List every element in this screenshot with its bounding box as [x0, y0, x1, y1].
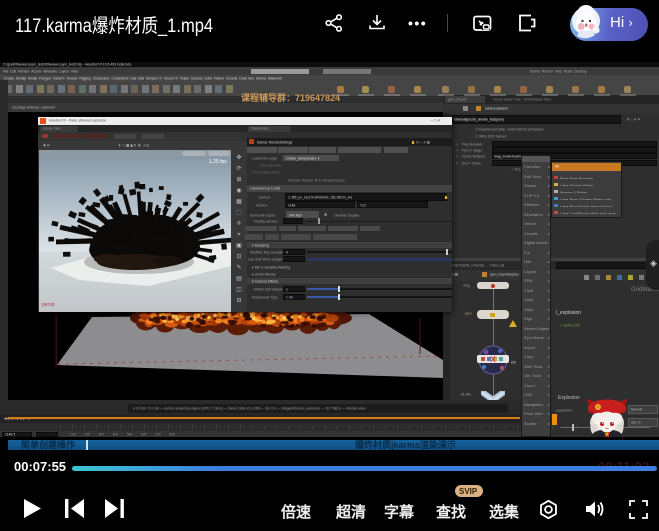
svg-text:1.25 fps: 1.25 fps [209, 159, 227, 165]
svg-text:persp: persp [42, 302, 55, 308]
